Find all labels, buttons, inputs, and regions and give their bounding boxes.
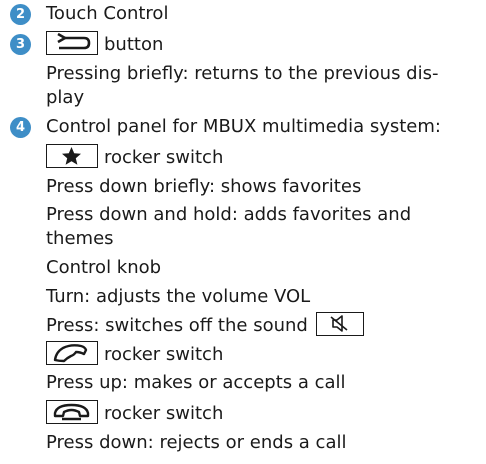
- call-end-rocker-label: rocker switch: [104, 403, 224, 424]
- back-button-desc-line-1: Pressing briefly: returns to the previou…: [46, 63, 439, 84]
- control-knob-press-line: Press: switches off the sound: [46, 312, 364, 336]
- control-knob-turn-line: Turn: adjusts the volume VOL: [46, 286, 311, 307]
- favorites-desc-line-3: themes: [46, 228, 114, 249]
- back-button-label: button: [104, 34, 164, 55]
- favorites-desc-line-2: Press down and hold: adds favorites and: [46, 204, 412, 225]
- phone-hangup-icon: [46, 400, 98, 424]
- call-accept-rocker-label: rocker switch: [104, 344, 224, 365]
- control-knob-press-text: Press: switches off the sound: [46, 315, 308, 336]
- favorites-desc-line-1: Press down briefly: shows favorites: [46, 176, 362, 197]
- item-number-badge: 4: [10, 117, 31, 138]
- document-page: 2 Touch Control 3 button Pressing briefl…: [0, 0, 486, 464]
- mute-speaker-icon: [315, 312, 364, 336]
- phone-pickup-icon: [46, 341, 98, 365]
- call-end-rocker-line: rocker switch: [46, 400, 224, 424]
- back-button-desc-line-2: play: [46, 87, 85, 108]
- item-touch-control-text: Touch Control: [46, 3, 169, 24]
- call-accept-desc-line: Press up: makes or accepts a call: [46, 372, 346, 393]
- back-arrow-icon: [46, 31, 98, 55]
- call-end-desc-line: Press down: rejects or ends a call: [46, 432, 347, 453]
- item-number-badge: 2: [10, 4, 31, 25]
- control-panel-heading: Control panel for MBUX multimedia system…: [46, 116, 441, 137]
- call-accept-rocker-line: rocker switch: [46, 341, 224, 365]
- favorites-rocker-line: rocker switch: [46, 144, 224, 168]
- star-icon: [46, 144, 98, 168]
- back-button-line: button: [46, 31, 164, 55]
- control-knob-title: Control knob: [46, 257, 162, 278]
- item-number-badge: 3: [10, 34, 31, 55]
- favorites-rocker-label: rocker switch: [104, 147, 224, 168]
